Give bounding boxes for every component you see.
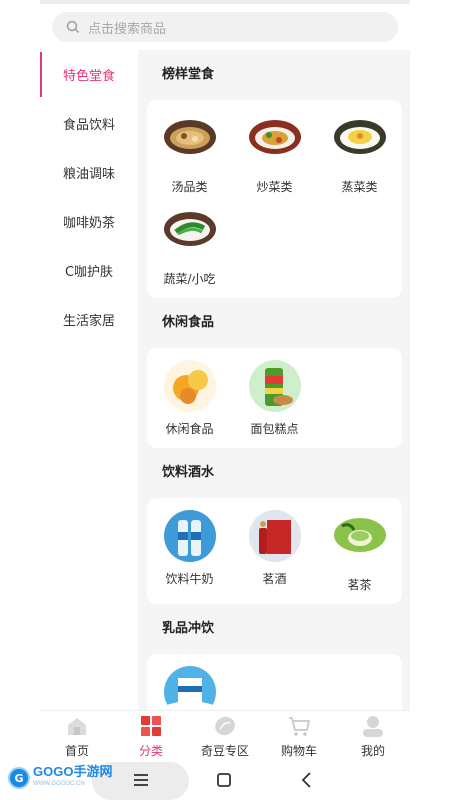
sidebar-item-featured-dining[interactable]: 特色堂食 bbox=[40, 50, 138, 99]
tab-home[interactable]: 首页 bbox=[40, 711, 114, 760]
search-icon bbox=[66, 20, 79, 33]
sidebar-item-grain-oil[interactable]: 粮油调味 bbox=[40, 148, 138, 197]
tab-category[interactable]: 分类 bbox=[114, 711, 188, 760]
cart-icon bbox=[289, 717, 311, 736]
category-cell-soup[interactable]: 汤品类 bbox=[147, 110, 232, 194]
section-card: 汤品类 炒菜类 蒸菜类 蔬菜/小吃 bbox=[147, 100, 402, 298]
category-label: 饮料牛奶 bbox=[165, 572, 214, 586]
sidebar-item-food-drinks[interactable]: 食品饮料 bbox=[40, 99, 138, 148]
section-title: 饮料酒水 bbox=[162, 465, 215, 480]
category-cell-tea[interactable]: 茗茶 bbox=[317, 508, 402, 592]
search-placeholder[interactable]: 点击搜索商品 bbox=[88, 18, 166, 37]
category-cell-dairy[interactable] bbox=[147, 664, 232, 710]
watermark-brand: GOGO手游网 WWW.GOGOC.CN bbox=[33, 764, 113, 790]
category-label: 休闲食品 bbox=[165, 422, 214, 436]
category-sidebar: 特色堂食 食品饮料 粮油调味 咖啡奶茶 C咖护肤 生活家居 bbox=[40, 50, 138, 710]
category-cell-vegetable[interactable]: 蔬菜/小吃 bbox=[147, 202, 232, 286]
profile-icon bbox=[363, 716, 383, 737]
tab-label: 分类 bbox=[138, 744, 163, 758]
soup-photo bbox=[163, 120, 216, 154]
category-label: 蔬菜/小吃 bbox=[163, 272, 216, 286]
liquor-box-photo bbox=[248, 510, 301, 562]
category-cell-beverages[interactable]: 饮料牛奶 bbox=[147, 508, 232, 592]
section-card bbox=[147, 654, 402, 710]
tab-label: 首页 bbox=[64, 744, 89, 758]
app-screen: 点击搜索商品 特色堂食 食品饮料 粮油调味 咖啡奶茶 C咖护肤 生活家居 榜样堂… bbox=[40, 0, 410, 800]
vegetable-photo bbox=[163, 212, 216, 246]
back-chevron-icon[interactable] bbox=[297, 770, 317, 790]
watermark-url: WWW.GOGOC.CN bbox=[33, 781, 85, 787]
chips-can-photo bbox=[248, 360, 301, 412]
tab-label: 购物车 bbox=[280, 744, 317, 758]
tab-label: 奇豆专区 bbox=[200, 744, 249, 758]
tea-cup-photo bbox=[333, 518, 386, 552]
water-bottles-photo bbox=[163, 510, 216, 562]
category-label: 蒸菜类 bbox=[341, 180, 378, 194]
category-label: 炒菜类 bbox=[256, 180, 293, 194]
bottom-tab-bar: 首页 分类 奇豆专区 购物车 我的 bbox=[40, 710, 410, 760]
menu-icon[interactable] bbox=[131, 770, 151, 790]
section-title: 榜样堂食 bbox=[162, 67, 215, 82]
section-title: 乳品冲饮 bbox=[162, 621, 215, 636]
category-icon bbox=[141, 716, 161, 736]
category-cell-bakery[interactable]: 面包糕点 bbox=[232, 358, 317, 436]
tab-profile[interactable]: 我的 bbox=[336, 711, 410, 760]
steamed-dish-photo bbox=[333, 120, 386, 154]
milk-box-photo bbox=[163, 666, 216, 710]
category-cell-stir-fry[interactable]: 炒菜类 bbox=[232, 110, 317, 194]
category-label: 茗酒 bbox=[262, 572, 287, 586]
sidebar-item-coffee-tea[interactable]: 咖啡奶茶 bbox=[40, 197, 138, 246]
home-square-icon[interactable] bbox=[214, 770, 234, 790]
watermark-brand-text: GOGO手游网 bbox=[33, 764, 113, 779]
watermark-logo: G bbox=[8, 767, 30, 789]
tab-bean-zone[interactable]: 奇豆专区 bbox=[188, 711, 262, 760]
top-strip bbox=[40, 0, 410, 4]
section-card: 饮料牛奶 茗酒 茗茶 bbox=[147, 498, 402, 604]
category-cell-snacks[interactable]: 休闲食品 bbox=[147, 358, 232, 436]
bean-icon bbox=[215, 716, 235, 736]
category-label: 茗茶 bbox=[347, 578, 372, 592]
category-label: 汤品类 bbox=[171, 180, 208, 194]
stir-fry-photo bbox=[248, 120, 301, 154]
sidebar-item-home-living[interactable]: 生活家居 bbox=[40, 295, 138, 344]
category-cell-liquor[interactable]: 茗酒 bbox=[232, 508, 317, 592]
category-content: 榜样堂食 汤品类 炒菜类 蒸菜类 蔬菜/小吃 休闲食品 休闲食品 面包糕点 饮料… bbox=[138, 50, 410, 710]
tab-cart[interactable]: 购物车 bbox=[262, 711, 336, 760]
home-icon bbox=[68, 718, 86, 735]
section-card: 休闲食品 面包糕点 bbox=[147, 348, 402, 448]
category-cell-steamed[interactable]: 蒸菜类 bbox=[317, 110, 402, 194]
tab-label: 我的 bbox=[360, 744, 385, 758]
snack-photo bbox=[163, 360, 216, 412]
sidebar-item-skincare[interactable]: C咖护肤 bbox=[40, 246, 138, 295]
search-bar[interactable]: 点击搜索商品 bbox=[52, 12, 398, 42]
section-title: 休闲食品 bbox=[162, 315, 215, 330]
watermark: G GOGO手游网 WWW.GOGOC.CN bbox=[8, 764, 113, 790]
category-label: 面包糕点 bbox=[250, 422, 299, 436]
